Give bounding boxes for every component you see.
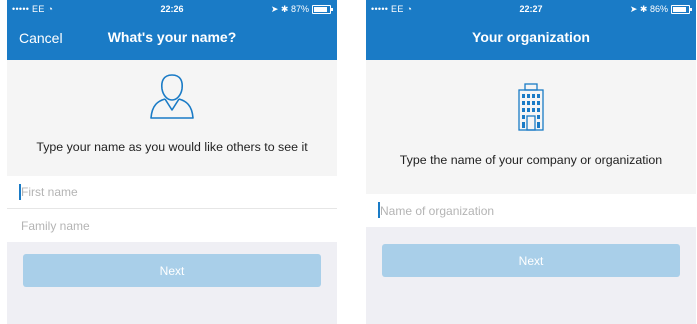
next-button[interactable]: Next bbox=[382, 244, 680, 277]
page-title: What's your name? bbox=[107, 29, 237, 45]
organization-name-input[interactable] bbox=[366, 194, 696, 227]
status-bar: ••••• EE ◔ 22:26 ➤ ✱ 87% bbox=[7, 0, 337, 18]
status-battery-text: ➤ ✱ 86% bbox=[629, 4, 668, 14]
name-fields bbox=[7, 176, 337, 242]
first-name-row bbox=[7, 176, 337, 209]
name-instruction: Type your name as you would like others … bbox=[36, 140, 308, 154]
organization-instruction: Type the name of your company or organiz… bbox=[399, 153, 663, 167]
name-hero: Type your name as you would like others … bbox=[7, 60, 337, 176]
nav-bar: Cancel What's your name? bbox=[7, 18, 337, 60]
next-button[interactable]: Next bbox=[23, 254, 321, 287]
building-icon bbox=[518, 83, 544, 131]
organization-fields bbox=[366, 194, 696, 227]
nav-bar: Your organization bbox=[366, 18, 696, 60]
person-outline-icon bbox=[150, 74, 194, 119]
status-bar: ••••• EE ◔ 22:27 ➤ ✱ 86% bbox=[366, 0, 696, 18]
first-name-input[interactable] bbox=[7, 176, 337, 208]
name-screen: ••••• EE ◔ 22:26 ➤ ✱ 87% Cancel What's y… bbox=[7, 0, 337, 324]
battery-icon bbox=[312, 5, 333, 14]
organization-screen: ••••• EE ◔ 22:27 ➤ ✱ 86% Your organizati… bbox=[366, 0, 696, 324]
battery-icon bbox=[671, 5, 692, 14]
family-name-input[interactable] bbox=[7, 209, 337, 242]
organization-hero: Type the name of your company or organiz… bbox=[366, 60, 696, 194]
page-title: Your organization bbox=[472, 29, 590, 45]
status-battery-text: ➤ ✱ 87% bbox=[270, 4, 309, 14]
organization-name-row bbox=[366, 194, 696, 227]
family-name-row bbox=[7, 209, 337, 242]
